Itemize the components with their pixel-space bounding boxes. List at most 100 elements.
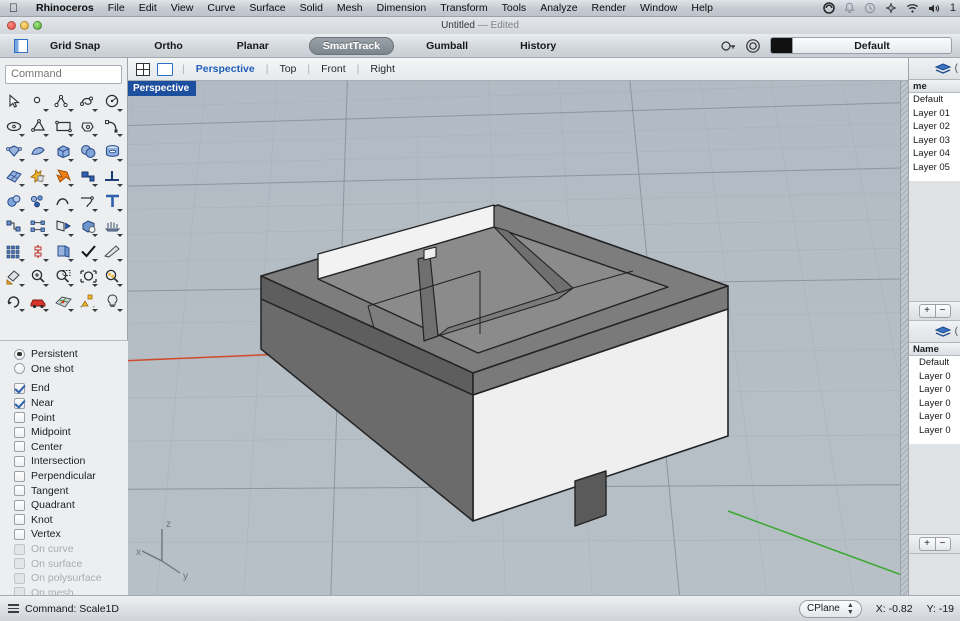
list-item[interactable]: Layer 05: [909, 161, 960, 175]
list-item[interactable]: Layer 0: [909, 383, 960, 397]
menu-mesh[interactable]: Mesh: [330, 2, 370, 14]
link-tool[interactable]: [27, 240, 52, 264]
list-item[interactable]: Layer 0: [909, 397, 960, 411]
near-checkbox[interactable]: [14, 398, 25, 409]
persistent-radio[interactable]: [14, 349, 25, 360]
time-machine-icon[interactable]: [864, 2, 876, 14]
loft-surface-tool[interactable]: [27, 140, 52, 164]
osnap-mode-oneshot[interactable]: One shot: [14, 362, 128, 377]
toolbar-history[interactable]: History: [510, 38, 566, 54]
cylinder-tool[interactable]: [100, 140, 125, 164]
analyze-tool[interactable]: [76, 290, 101, 314]
tangent-tool[interactable]: [76, 190, 101, 214]
menu-transform[interactable]: Transform: [433, 2, 494, 14]
project-tool[interactable]: [51, 215, 76, 239]
zoom-in-tool[interactable]: [27, 265, 52, 289]
polyline-tool[interactable]: [51, 90, 76, 114]
osnap-near[interactable]: Near: [14, 396, 128, 411]
menu-dimension[interactable]: Dimension: [370, 2, 434, 14]
point-checkbox[interactable]: [14, 412, 25, 423]
zoom-button[interactable]: [33, 21, 42, 30]
list-item[interactable]: Layer 0: [909, 410, 960, 424]
ungroup-tool[interactable]: [27, 215, 52, 239]
toolbar-smarttrack[interactable]: SmartTrack: [309, 37, 394, 55]
quadrant-checkbox[interactable]: [14, 500, 25, 511]
one-shot-radio[interactable]: [14, 363, 25, 374]
boolean-union-tool[interactable]: [76, 140, 101, 164]
list-item[interactable]: Layer 0: [909, 424, 960, 438]
zoom-window-tool[interactable]: [51, 265, 76, 289]
paint-tool[interactable]: [2, 265, 27, 289]
menu-surface[interactable]: Surface: [242, 2, 292, 14]
rotate-view-tool[interactable]: [2, 290, 27, 314]
notification-bell-icon[interactable]: [844, 2, 855, 14]
render-tool[interactable]: [100, 215, 125, 239]
menu-solid[interactable]: Solid: [293, 2, 330, 14]
list-item[interactable]: Layer 02: [909, 120, 960, 134]
toolbar-planar[interactable]: Planar: [227, 38, 279, 54]
osnap-vertex[interactable]: Vertex: [14, 527, 128, 542]
menu-rhinoceros[interactable]: Rhinoceros: [29, 2, 101, 14]
osnap-mode-persistent[interactable]: Persistent: [14, 347, 128, 362]
four-view-layout-icon[interactable]: [136, 63, 150, 76]
close-button[interactable]: [7, 21, 16, 30]
layer-bottom-column-header[interactable]: Name: [909, 343, 960, 356]
offset-tool[interactable]: [76, 165, 101, 189]
arc-tool[interactable]: [76, 115, 101, 139]
command-input[interactable]: [5, 65, 122, 84]
fillet-tool[interactable]: [51, 165, 76, 189]
end-checkbox[interactable]: [14, 383, 25, 394]
box-solid-tool[interactable]: [51, 140, 76, 164]
menu-curve[interactable]: Curve: [200, 2, 242, 14]
layer-key-icon[interactable]: [720, 38, 736, 54]
layers-icon[interactable]: [935, 326, 951, 338]
wifi-icon[interactable]: [906, 3, 919, 14]
minimize-button[interactable]: [20, 21, 29, 30]
layers-icon[interactable]: [935, 63, 951, 75]
panel-overflow-icon[interactable]: (: [955, 63, 958, 74]
point-tool[interactable]: [27, 90, 52, 114]
panel-layout-toggle-icon[interactable]: [14, 39, 28, 53]
menu-help[interactable]: Help: [684, 2, 720, 14]
intersection-checkbox[interactable]: [14, 456, 25, 467]
sphere-tool[interactable]: [2, 190, 27, 214]
hamburger-icon[interactable]: [8, 604, 19, 613]
menu-tools[interactable]: Tools: [495, 2, 534, 14]
shade-view-tool[interactable]: [76, 215, 101, 239]
circle-tool[interactable]: [100, 90, 125, 114]
osnap-quadrant[interactable]: Quadrant: [14, 498, 128, 513]
display-mode-tool[interactable]: [51, 290, 76, 314]
menu-window[interactable]: Window: [633, 2, 684, 14]
blend-curve-tool[interactable]: [51, 190, 76, 214]
add-layer-button-2[interactable]: +: [919, 537, 935, 551]
layer-top-column-header[interactable]: me: [909, 80, 960, 93]
osnap-tangent[interactable]: Tangent: [14, 483, 128, 498]
osnap-end[interactable]: End: [14, 381, 128, 396]
knot-checkbox[interactable]: [14, 514, 25, 525]
menu-edit[interactable]: Edit: [132, 2, 164, 14]
cplane-selector[interactable]: CPlane ▲▼: [799, 600, 862, 618]
select-arrow-tool[interactable]: [2, 90, 27, 114]
curve-tool[interactable]: [76, 90, 101, 114]
array-tool[interactable]: [27, 190, 52, 214]
layer-target-icon[interactable]: [745, 38, 761, 54]
remove-layer-button-2[interactable]: −: [935, 537, 951, 551]
osnap-center[interactable]: Center: [14, 440, 128, 455]
remove-layer-button[interactable]: −: [935, 304, 951, 318]
layer-color-swatch[interactable]: [771, 38, 793, 53]
list-item[interactable]: Layer 03: [909, 134, 960, 148]
list-item[interactable]: Layer 0: [909, 370, 960, 384]
osnap-perpendicular[interactable]: Perpendicular: [14, 469, 128, 484]
perspective-tool[interactable]: [100, 240, 125, 264]
creative-cloud-icon[interactable]: [823, 2, 835, 14]
list-item[interactable]: Default: [909, 93, 960, 107]
tab-right[interactable]: Right: [364, 63, 401, 75]
apple-menu-icon[interactable]: : [9, 2, 18, 14]
add-layer-button[interactable]: +: [919, 304, 935, 318]
tab-perspective[interactable]: Perspective: [190, 63, 261, 75]
midpoint-checkbox[interactable]: [14, 427, 25, 438]
center-checkbox[interactable]: [14, 441, 25, 452]
current-layer-selector[interactable]: Default: [770, 37, 952, 54]
polygon-tool[interactable]: [27, 115, 52, 139]
dropbox-icon[interactable]: [885, 2, 897, 14]
